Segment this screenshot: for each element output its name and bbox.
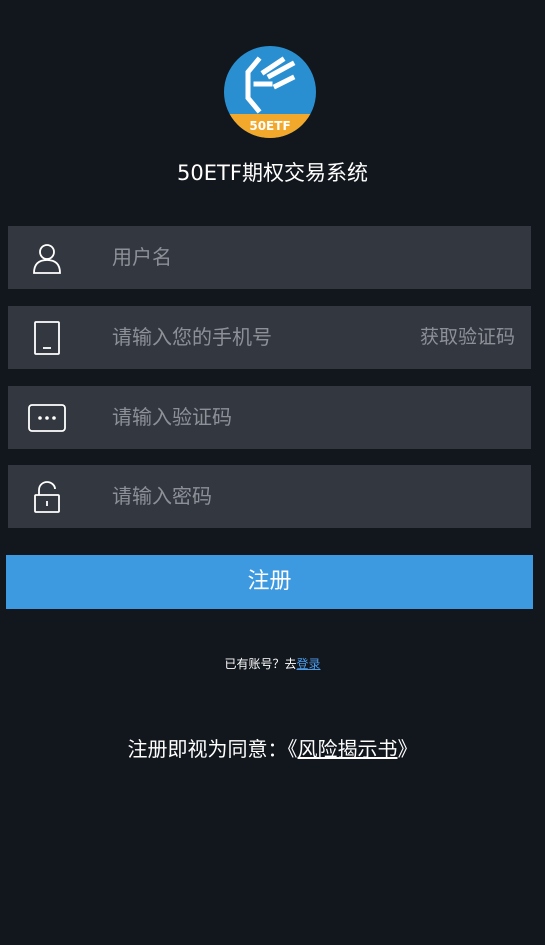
app-title: 50ETF期权交易系统 [177, 161, 368, 185]
phone-placeholder: 请输入您的手机号 [112, 325, 272, 349]
app-logo: 50ETF [224, 46, 316, 138]
risk-disclosure-link[interactable]: 风险揭示书 [298, 737, 398, 761]
message-dots-icon [28, 404, 66, 432]
password-placeholder: 请输入密码 [112, 484, 212, 508]
code-field[interactable]: 请输入验证码 [8, 386, 531, 449]
agreement-prefix: 注册即视为同意：《 [127, 737, 298, 761]
get-code-button[interactable]: 获取验证码 [420, 306, 515, 369]
username-placeholder: 用户名 [112, 245, 172, 269]
have-account-text: 已有账号？去 [224, 657, 297, 671]
password-field[interactable]: 请输入密码 [8, 465, 531, 528]
lock-icon [34, 481, 60, 513]
agreement-suffix: 》 [397, 737, 418, 761]
login-link[interactable]: 登录 [297, 657, 321, 671]
agreement-text: 注册即视为同意：《风险揭示书》 [0, 734, 545, 764]
logo-text: 50ETF [249, 119, 290, 133]
phone-field[interactable]: 请输入您的手机号 获取验证码 [8, 306, 531, 369]
code-placeholder: 请输入验证码 [112, 405, 232, 429]
phone-icon [34, 321, 60, 355]
register-button[interactable]: 注册 [6, 555, 533, 609]
user-icon [33, 244, 61, 274]
username-field[interactable]: 用户名 [8, 226, 531, 289]
login-prompt: 已有账号？去登录 [0, 654, 545, 674]
